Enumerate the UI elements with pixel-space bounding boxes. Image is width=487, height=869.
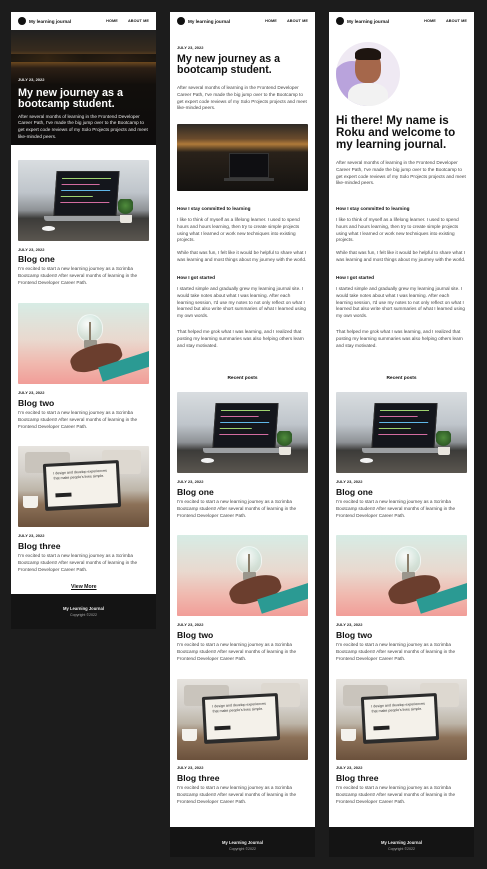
article-title: My new journey as a bootcamp student. <box>177 53 281 77</box>
logo-icon[interactable] <box>336 17 344 25</box>
article-page: My learning journal HOME ABOUT ME JULY 2… <box>170 12 315 827</box>
article-paragraph: I started simple and gradually grew my l… <box>177 286 306 319</box>
footer: My Learning Journal Copyright ©2022 <box>11 606 156 617</box>
brand-name[interactable]: My learning journal <box>29 19 71 24</box>
hero-date: JULY 23, 2022 <box>18 77 45 82</box>
article-paragraph: That helped me grok what I was learning,… <box>336 329 463 348</box>
post-date: JULY 23, 2022 <box>336 622 363 627</box>
footer: My Learning Journal Copyright ©2022 <box>329 840 474 851</box>
post-excerpt: I'm excited to start a new learning jour… <box>18 553 138 572</box>
nav-home-link[interactable]: HOME <box>106 19 118 23</box>
home-page: My learning journal HOME ABOUT ME JULY 2… <box>11 12 156 594</box>
footer-brand: My Learning Journal <box>381 840 422 845</box>
footer-brand: My Learning Journal <box>63 606 104 611</box>
navbar: My learning journal HOME ABOUT ME <box>170 12 315 30</box>
post-title[interactable]: Blog two <box>336 630 372 640</box>
post-image-desk[interactable]: I design and develop experiences that ma… <box>177 679 308 760</box>
about-page: My learning journal HOME ABOUT ME Hi the… <box>329 12 474 827</box>
recent-posts-heading: Recent posts <box>227 376 258 381</box>
recent-posts-heading: Recent posts <box>386 376 417 381</box>
post-image-desk[interactable]: I design and develop experiences that ma… <box>18 446 149 527</box>
article-paragraph: I like to think of myself as a lifelong … <box>177 217 300 243</box>
post-excerpt: I'm excited to start a new learning jour… <box>177 642 297 661</box>
post-excerpt: I'm excited to start a new learning jour… <box>336 642 456 661</box>
article-heading-committed: How I stay committed to learning <box>336 206 410 211</box>
navbar: My learning journal HOME ABOUT ME <box>329 12 474 30</box>
laptop-screen-text: I design and develop experiences that ma… <box>371 702 426 714</box>
post-date: JULY 23, 2022 <box>177 765 204 770</box>
footer-copyright: Copyright ©2022 <box>69 613 98 617</box>
article-paragraph: That helped me grok what I was learning,… <box>177 329 304 348</box>
footer-copyright: Copyright ©2022 <box>387 847 416 851</box>
post-excerpt: I'm excited to start a new learning jour… <box>336 785 456 804</box>
post-title[interactable]: Blog three <box>177 773 220 783</box>
laptop-screen-text: I design and develop experiences that ma… <box>212 702 267 714</box>
brand-name[interactable]: My learning journal <box>347 19 389 24</box>
post-title[interactable]: Blog three <box>18 541 61 551</box>
avatar <box>336 42 400 106</box>
nav-about-link[interactable]: ABOUT ME <box>128 19 149 23</box>
article-heading-committed: How I stay committed to learning <box>177 206 251 211</box>
post-date: JULY 23, 2022 <box>18 247 45 252</box>
article-date: JULY 23, 2022 <box>177 45 204 50</box>
article-heading-started: How I got started <box>177 275 216 280</box>
post-title[interactable]: Blog one <box>336 487 373 497</box>
nav-about-link[interactable]: ABOUT ME <box>287 19 308 23</box>
article-paragraph: While that was fun, I felt like it would… <box>336 250 466 262</box>
post-date: JULY 23, 2022 <box>18 533 45 538</box>
hero-title[interactable]: My new journey as a bootcamp student. <box>18 87 149 111</box>
post-excerpt: I'm excited to start a new learning jour… <box>336 499 456 518</box>
nav-home-link[interactable]: HOME <box>424 19 436 23</box>
post-image-lightbulb[interactable] <box>18 303 149 384</box>
article-paragraph: I like to think of myself as a lifelong … <box>336 217 459 243</box>
post-excerpt: I'm excited to start a new learning jour… <box>18 410 138 429</box>
about-intro: After several months of learning in the … <box>336 160 466 186</box>
view-more-link[interactable]: View More <box>71 584 97 590</box>
footer: My Learning Journal Copyright ©2022 <box>170 840 315 851</box>
nav-about-link[interactable]: ABOUT ME <box>446 19 467 23</box>
post-excerpt: I'm excited to start a new learning jour… <box>177 785 297 804</box>
navbar: My learning journal HOME ABOUT ME <box>11 12 156 30</box>
post-date: JULY 23, 2022 <box>177 622 204 627</box>
post-excerpt: I'm excited to start a new learning jour… <box>18 266 138 285</box>
post-title[interactable]: Blog two <box>18 398 54 408</box>
post-title[interactable]: Blog one <box>177 487 214 497</box>
brand-name[interactable]: My learning journal <box>188 19 230 24</box>
hero-intro: After several months of learning in the … <box>18 113 148 140</box>
logo-icon[interactable] <box>177 17 185 25</box>
post-date: JULY 23, 2022 <box>177 479 204 484</box>
article-paragraph: I started simple and gradually grew my l… <box>336 286 465 319</box>
article-hero-image <box>177 124 308 191</box>
post-title[interactable]: Blog three <box>336 773 379 783</box>
post-excerpt: I'm excited to start a new learning jour… <box>177 499 297 518</box>
article-intro: After several months of learning in the … <box>177 85 307 111</box>
hero-banner[interactable]: JULY 23, 2022 My new journey as a bootca… <box>11 30 156 145</box>
article-paragraph: While that was fun, I felt like it would… <box>177 250 307 262</box>
post-image-laptop[interactable] <box>336 392 467 473</box>
post-image-desk[interactable]: I design and develop experiences that ma… <box>336 679 467 760</box>
post-date: JULY 23, 2022 <box>336 479 363 484</box>
post-image-laptop[interactable] <box>177 392 308 473</box>
post-date: JULY 23, 2022 <box>336 765 363 770</box>
post-title[interactable]: Blog two <box>177 630 213 640</box>
logo-icon[interactable] <box>18 17 26 25</box>
nav-home-link[interactable]: HOME <box>265 19 277 23</box>
post-image-lightbulb[interactable] <box>177 535 308 616</box>
footer-copyright: Copyright ©2022 <box>228 847 257 851</box>
laptop-screen-text: I design and develop experiences that ma… <box>53 469 108 481</box>
post-date: JULY 23, 2022 <box>18 390 45 395</box>
post-image-laptop[interactable] <box>18 160 149 241</box>
post-image-lightbulb[interactable] <box>336 535 467 616</box>
about-title: Hi there! My name is Roku and welcome to… <box>336 114 456 152</box>
post-title[interactable]: Blog one <box>18 254 55 264</box>
article-heading-started: How I got started <box>336 275 375 280</box>
footer-brand: My Learning Journal <box>222 840 263 845</box>
